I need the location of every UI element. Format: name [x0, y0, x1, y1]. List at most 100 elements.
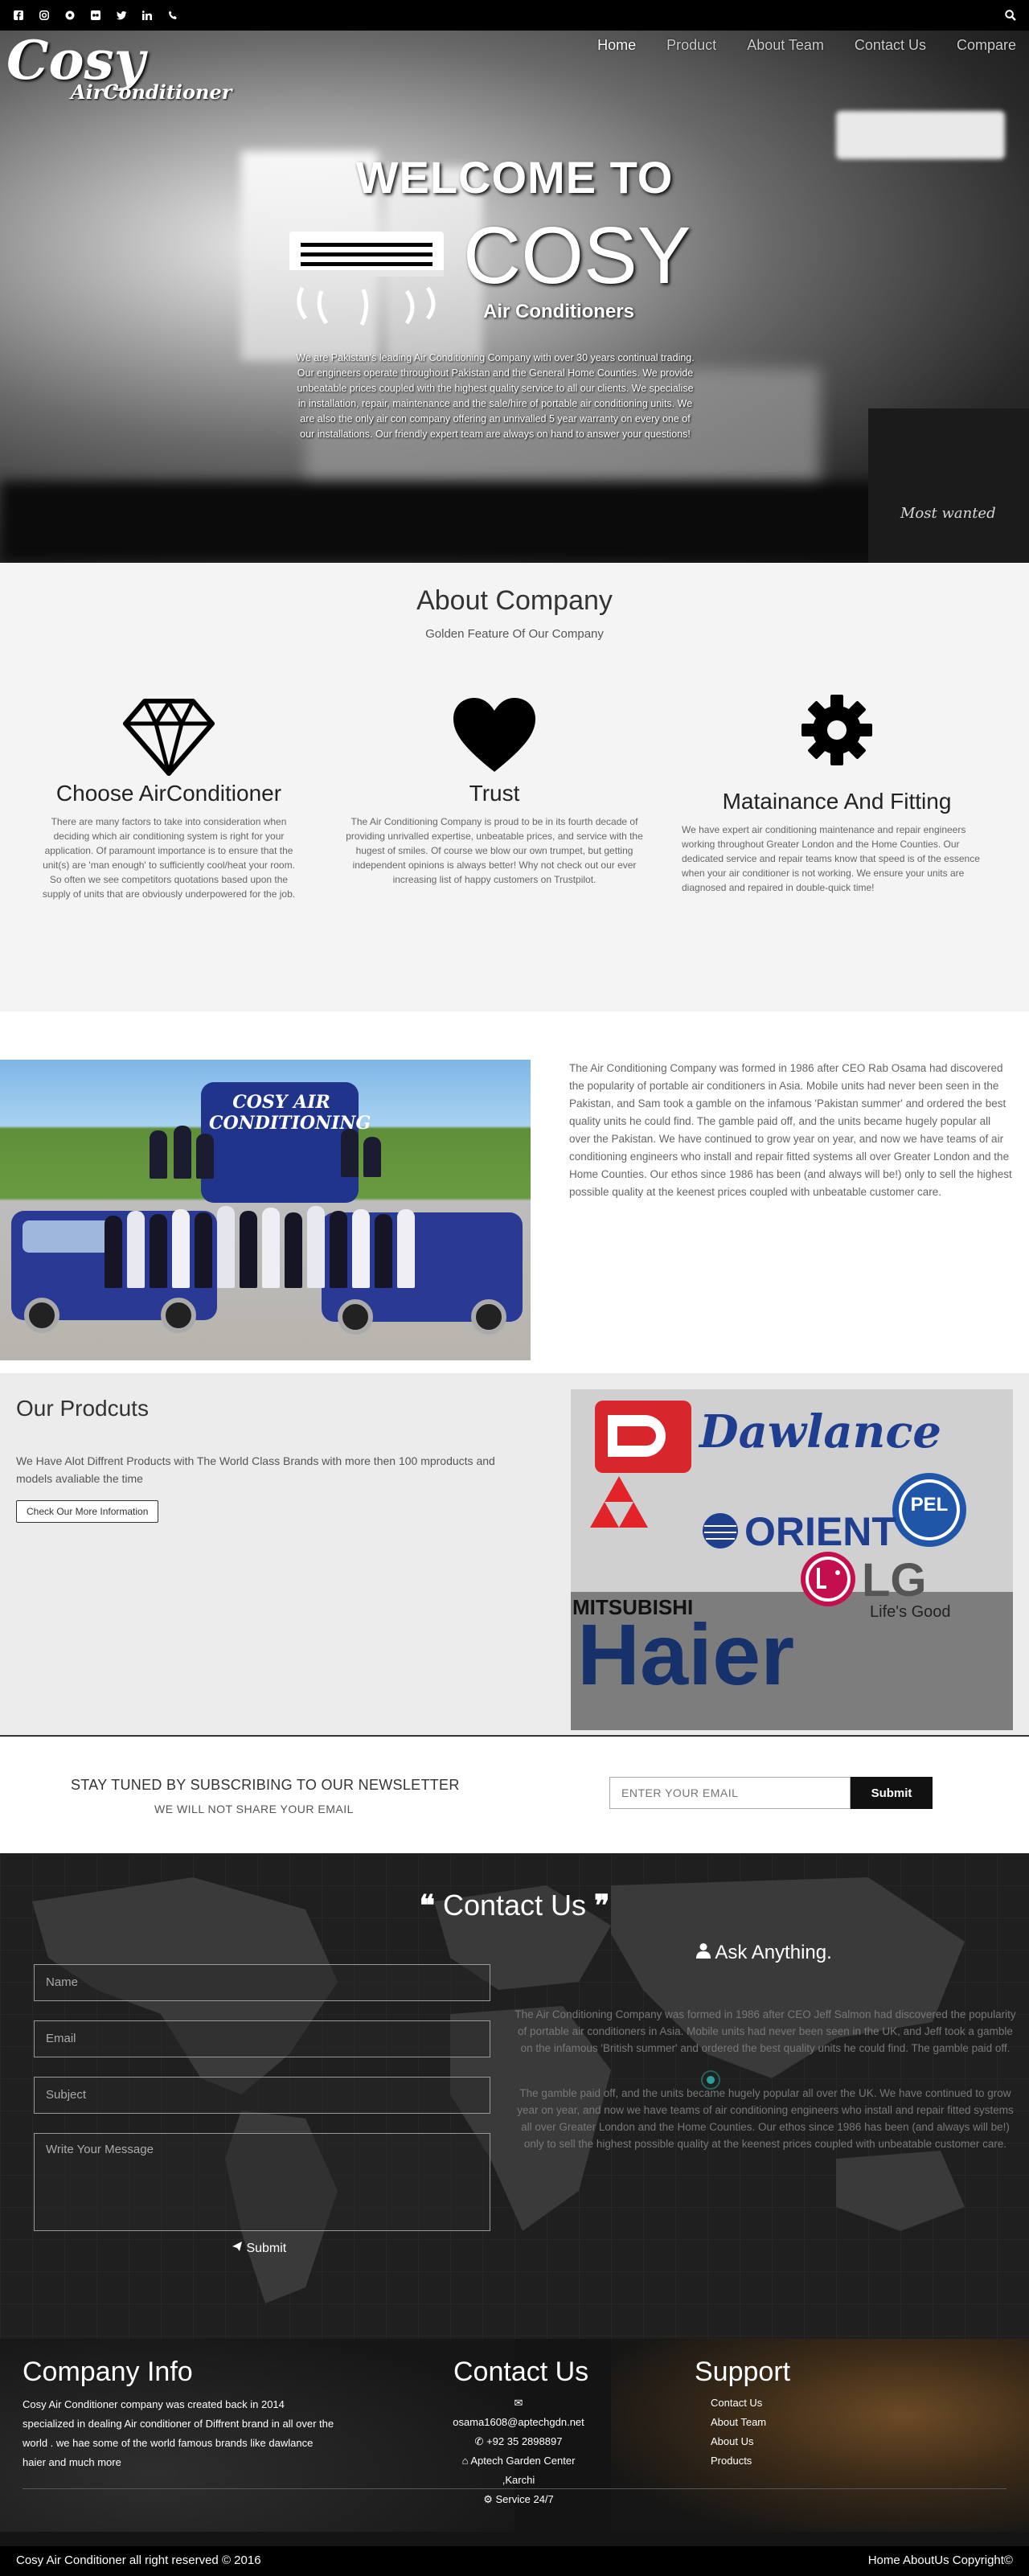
feature-choose: Choose AirConditioner There are many fac…: [39, 696, 299, 901]
feature-text: We have expert air conditioning maintena…: [682, 824, 980, 893]
feature-title: Trust: [469, 781, 520, 806]
footer-company-text: Cosy Air Conditioner company was created…: [23, 2398, 334, 2468]
lg-tagline: Life's Good: [870, 1603, 951, 1621]
footer-service: ⚙ Service 24/7: [450, 2490, 587, 2509]
phone-icon[interactable]: [167, 10, 178, 21]
footer-contact-title: Contact Us: [453, 2357, 589, 2387]
newsletter-submit-button[interactable]: Submit: [851, 1777, 933, 1809]
contact-submit-label: Submit: [246, 2242, 287, 2255]
feature-maintenance: Matainance And Fitting We have expert ai…: [680, 691, 994, 895]
products-title: Our Prodcuts: [16, 1396, 149, 1421]
user-icon: [696, 1943, 711, 1959]
newsletter-email-input[interactable]: [609, 1777, 851, 1809]
haier-logo: Haier: [577, 1606, 795, 1703]
contact-message-input[interactable]: Write Your Message: [34, 2133, 490, 2231]
send-icon: [232, 2242, 242, 2251]
footer-support-links: Contact Us About Team About Us Products: [711, 2393, 766, 2471]
footer-link-about-team[interactable]: About Team: [711, 2413, 766, 2432]
quote-right-icon: ❞: [594, 1889, 610, 1922]
contact-submit-button[interactable]: Submit: [232, 2241, 286, 2256]
feature-text: The Air Conditioning Company is proud to…: [346, 816, 643, 885]
footer-link-about-us[interactable]: About Us: [711, 2432, 766, 2451]
nav-about-team[interactable]: About Team: [747, 37, 824, 54]
ask-anything-heading: Ask Anything.: [696, 1942, 832, 1964]
bottom-links[interactable]: Home AboutUs Copyright©: [868, 2553, 1013, 2567]
footer-contact-list: ✉ osama1608@aptechgdn.net ✆ +92 35 28988…: [450, 2393, 587, 2509]
top-bar: [0, 0, 1029, 31]
logo-subtext: AirConditioner: [71, 80, 232, 104]
footer: Company Info Cosy Air Conditioner compan…: [0, 2339, 1029, 2576]
ask-anything-text: Ask Anything.: [715, 1942, 832, 1963]
feature-text: There are many factors to take into cons…: [42, 816, 296, 900]
team-people: [48, 1122, 482, 1291]
orient-logo: ORIENT: [744, 1509, 896, 1554]
nav-home[interactable]: Home: [597, 37, 636, 54]
contact-subject-input[interactable]: Subject: [34, 2077, 490, 2114]
footer-address-text: Aptech Garden Center ,Karchi: [470, 2455, 576, 2486]
feature-trust: Trust The Air Conditioning Company is pr…: [346, 696, 643, 887]
lg-logo: LG: [862, 1554, 927, 1606]
newsletter-section: STAY TUNED BY SUBSCRIBING TO OUR NEWSLET…: [0, 1735, 1029, 1853]
contact-title-text: Contact Us: [442, 1889, 587, 1922]
nav-compare[interactable]: Compare: [957, 37, 1016, 54]
hero-brand-name: COSY: [463, 211, 691, 301]
feature-title: Choose AirConditioner: [55, 781, 282, 806]
footer-phone-text: +92 35 2898897: [486, 2435, 563, 2447]
footer-email[interactable]: ✉ osama1608@aptechgdn.net: [450, 2393, 587, 2432]
products-text: We Have Alot Diffrent Products with The …: [16, 1454, 495, 1485]
contact-paragraph-1: The Air Conditioning Company was formed …: [514, 2008, 1016, 2054]
contact-section: ❝ Contact Us ❞ Name Email Subject Write …: [0, 1853, 1029, 2339]
footer-background: [611, 2339, 1029, 2532]
nav-product[interactable]: Product: [666, 37, 716, 54]
footer-address: ⌂ Aptech Garden Center ,Karchi: [450, 2451, 587, 2490]
circle-icon[interactable]: [64, 10, 76, 21]
hero-section: Most wanted Cosy AirConditioner Home Pro…: [0, 31, 1029, 563]
story-text: The Air Conditioning Company was formed …: [569, 1062, 1012, 1198]
footer-divider: [23, 2488, 1006, 2489]
footer-support-title: Support: [695, 2357, 791, 2387]
diamond-icon: [123, 699, 215, 776]
contact-title: ❝ Contact Us ❞: [0, 1889, 1029, 1922]
social-links: [13, 10, 178, 21]
footer-link-products[interactable]: Products: [711, 2451, 766, 2471]
air-conditioner-icon: [289, 232, 444, 326]
footer-company-title: Company Info: [23, 2357, 193, 2387]
newsletter-subtitle: WE WILL NOT SHARE YOUR EMAIL: [154, 1803, 354, 1815]
quote-left-icon: ❝: [419, 1889, 435, 1922]
bottom-bar: Cosy Air Conditioner all right reserved …: [0, 2546, 1029, 2576]
newsletter-title: STAY TUNED BY SUBSCRIBING TO OUR NEWSLET…: [71, 1777, 460, 1793]
feature-title: Matainance And Fitting: [722, 789, 952, 814]
twitter-icon[interactable]: [116, 10, 127, 21]
gear-icon: ⚙: [483, 2493, 493, 2505]
copyright-text: Cosy Air Conditioner all right reserved …: [16, 2553, 261, 2567]
dawlance-logo: Dawlance: [699, 1405, 942, 1458]
contact-name-input[interactable]: Name: [34, 1964, 490, 2001]
hero-brandmark: COSY Air Conditioners: [286, 215, 736, 344]
contact-paragraph-2: The gamble paid off, and the units becam…: [517, 2087, 1014, 2150]
facebook-icon[interactable]: [13, 10, 24, 21]
products-section: Our Prodcuts We Have Alot Diffrent Produ…: [0, 1373, 1029, 1735]
heart-icon: [453, 698, 535, 772]
more-info-button[interactable]: Check Our More Information: [16, 1500, 159, 1523]
search-icon[interactable]: [1005, 10, 1016, 21]
footer-link-contact-us[interactable]: Contact Us: [711, 2393, 766, 2413]
contact-email-input[interactable]: Email: [34, 2020, 490, 2057]
home-icon: ⌂: [461, 2455, 469, 2467]
nav-contact-us[interactable]: Contact Us: [855, 37, 926, 54]
footer-phone: ✆ +92 35 2898897: [450, 2432, 587, 2451]
story-section: COSY AIR CONDITIONING The Air Conditioni…: [0, 1060, 1029, 1360]
gear-icon: [801, 695, 872, 765]
about-section: About Company Golden Feature Of Our Comp…: [0, 563, 1029, 1011]
about-title: About Company: [416, 585, 613, 616]
flickr-icon[interactable]: [90, 10, 101, 21]
hero-bg-corner: Most wanted: [868, 408, 1029, 563]
about-subtitle: Golden Feature Of Our Company: [425, 627, 604, 641]
instagram-icon[interactable]: [39, 10, 50, 21]
linkedin-icon[interactable]: [141, 10, 153, 21]
main-nav: Home Product About Team Contact Us Compa…: [597, 37, 1016, 54]
hero-brand-tag: Air Conditioners: [483, 301, 635, 322]
phone-icon: ✆: [474, 2435, 484, 2447]
site-logo[interactable]: Cosy AirConditioner: [6, 34, 232, 104]
pel-logo: PEL: [910, 1494, 949, 1516]
brands-image: Dawlance PEL ORIENT MITSUBISHI LG Life's…: [571, 1389, 1013, 1730]
